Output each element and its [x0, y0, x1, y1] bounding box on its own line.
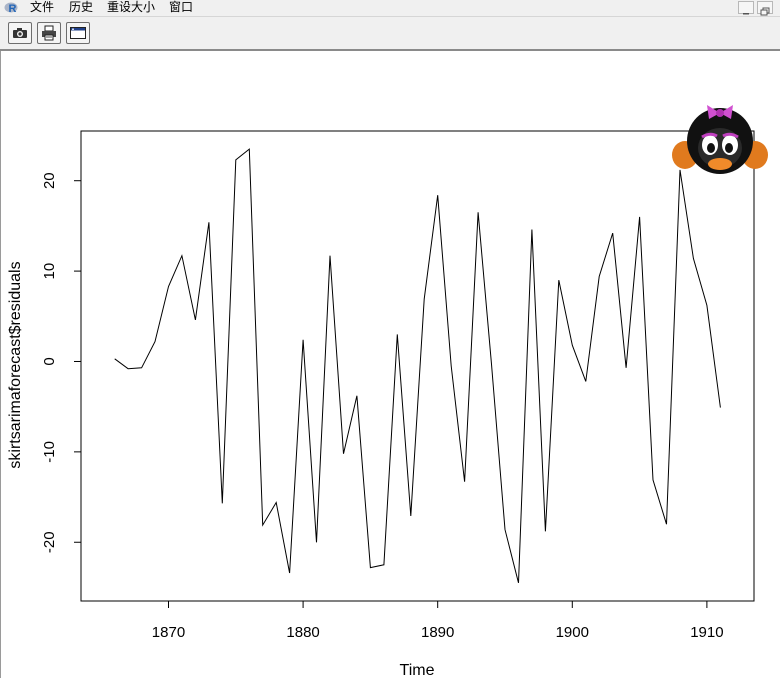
- svg-text:R: R: [9, 3, 17, 14]
- minimize-icon: [743, 13, 749, 15]
- y-axis: -20 -10 0 10 20: [41, 172, 82, 553]
- menu-resize[interactable]: 重设大小: [107, 0, 155, 16]
- y-tick-label: -20: [41, 531, 58, 553]
- plot-frame: [80, 130, 755, 602]
- y-tick-label: 0: [41, 357, 58, 365]
- printer-icon: [42, 25, 56, 41]
- r-logo-icon: R: [4, 2, 18, 14]
- y-tick-label: 20: [41, 172, 58, 189]
- graphics-canvas: 1870 1880 1890 1900 1910 -20 -10 0 10 20 Time sk…: [0, 51, 780, 678]
- residuals-series-line: [114, 148, 721, 584]
- x-tick-label: 1870: [152, 624, 185, 641]
- toolbar: [0, 17, 780, 51]
- menu-history[interactable]: 历史: [69, 0, 93, 16]
- x-tick-label: 1890: [421, 624, 454, 641]
- penguin-mascot-icon: [672, 105, 768, 174]
- x-tick-label: 1900: [556, 624, 589, 641]
- y-tick-label: -10: [41, 441, 58, 463]
- window-icon: [70, 27, 86, 39]
- x-tick-label: 1910: [690, 624, 723, 641]
- copy-graph-button[interactable]: [8, 22, 32, 44]
- restore-icon: [760, 7, 770, 16]
- y-axis-title: skirtsarimaforecast$residuals: [7, 261, 24, 468]
- x-axis: 1870 1880 1890 1900 1910: [152, 600, 724, 641]
- new-window-button[interactable]: [66, 22, 90, 44]
- x-axis-title: Time: [400, 662, 435, 678]
- menu-bar: R 文件 历史 重设大小 窗口: [0, 0, 780, 17]
- y-tick-label: 10: [41, 263, 58, 280]
- x-tick-label: 1880: [286, 624, 319, 641]
- camera-icon: [13, 28, 27, 38]
- menu-file[interactable]: 文件: [30, 0, 54, 16]
- restore-button[interactable]: [757, 1, 773, 16]
- residuals-line-chart: 1870 1880 1890 1900 1910 -20 -10 0 10 20 Time sk…: [7, 130, 755, 678]
- menu-window[interactable]: 窗口: [169, 0, 193, 16]
- minimize-button[interactable]: [738, 1, 754, 15]
- print-button[interactable]: [37, 22, 61, 44]
